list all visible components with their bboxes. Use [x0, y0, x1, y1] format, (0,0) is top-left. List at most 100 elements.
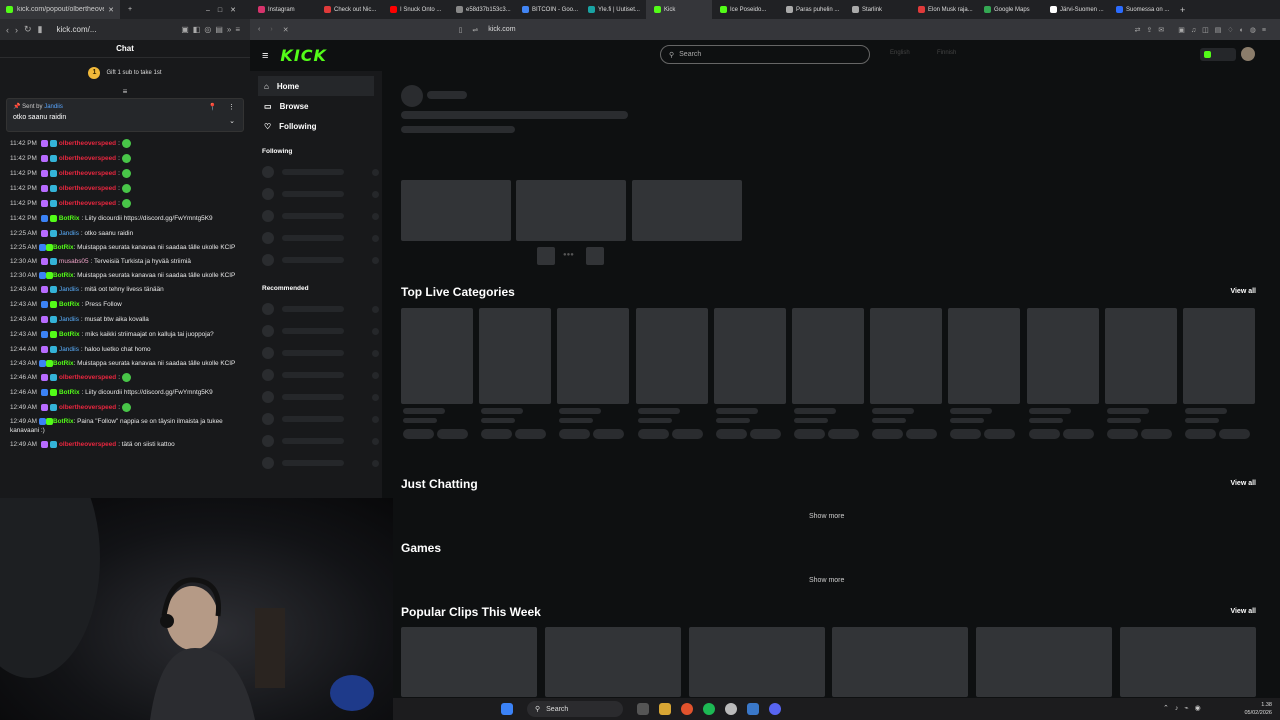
chat-username[interactable]: Jandiis — [59, 342, 79, 357]
pin-icon[interactable]: 📍 — [208, 103, 217, 111]
user-status-button[interactable] — [1200, 48, 1236, 61]
language-option-english[interactable]: English — [890, 50, 910, 56]
view-all-link[interactable]: View all — [1230, 608, 1256, 615]
chat-username[interactable]: BotRix — [53, 244, 74, 251]
category-card[interactable] — [401, 308, 473, 404]
chat-username[interactable]: musabs05 — [59, 254, 89, 269]
kick-logo[interactable]: KICK — [280, 46, 327, 65]
chat-username[interactable]: BotRix — [53, 360, 74, 367]
carousel-card[interactable] — [632, 180, 742, 241]
discord-icon[interactable] — [769, 703, 781, 715]
category-card[interactable] — [713, 308, 786, 404]
browser-tab[interactable]: Yle.fi | Uutiset... — [580, 6, 646, 13]
view-all-link[interactable]: View all — [1230, 288, 1256, 295]
browser-tab[interactable]: Suomessa on ... — [1108, 6, 1174, 13]
start-icon[interactable] — [501, 703, 513, 715]
back-icon[interactable]: ‹ — [258, 26, 260, 33]
browser-tab[interactable]: e58d37b153c3... — [448, 6, 514, 13]
browser-tab[interactable]: Järvi-Suomen ... — [1042, 6, 1108, 13]
category-card[interactable] — [948, 308, 1021, 404]
chat-username[interactable]: BotRix — [59, 297, 80, 312]
chrome-icon[interactable] — [725, 703, 737, 715]
chat-username[interactable]: olbertheoverspeed — [59, 181, 116, 196]
more-options-icon[interactable]: ⋮ — [228, 103, 235, 111]
clip-card[interactable] — [401, 627, 537, 697]
show-more-button[interactable]: Show more — [809, 513, 844, 520]
chat-username[interactable]: BotRix — [53, 272, 74, 279]
chat-username[interactable]: BotRix — [53, 418, 74, 425]
chat-username[interactable]: BotRix — [59, 385, 80, 400]
chat-username[interactable]: Jandiis — [59, 312, 79, 327]
clip-card[interactable] — [1120, 627, 1256, 697]
chat-username[interactable]: olbertheoverspeed — [59, 437, 116, 452]
task-view-icon[interactable] — [637, 703, 649, 715]
url-field[interactable]: kick.com — [488, 26, 515, 33]
category-card[interactable] — [1183, 308, 1255, 404]
carousel-dots[interactable]: ●●● — [563, 252, 574, 258]
browser-tab[interactable]: Check out Nic... — [316, 6, 382, 13]
clip-card[interactable] — [976, 627, 1113, 697]
sidebar-item-home[interactable]: ⌂ Home — [258, 76, 374, 96]
collapse-icon[interactable]: ≡ — [0, 88, 250, 96]
reload-icon[interactable]: ↻ — [24, 24, 32, 35]
brave-browser-icon[interactable] — [681, 703, 693, 715]
show-more-button[interactable]: Show more — [809, 577, 844, 584]
new-tab-icon[interactable]: + — [128, 6, 132, 13]
sidebar-item-browse[interactable]: ▭ Browse — [250, 96, 382, 116]
pinned-message[interactable]: 📌 Sent by Jandiis otko saanu raidin 📍 ⋮ … — [6, 98, 244, 132]
gift-sub-banner[interactable]: 1 Gift 1 sub to take 1st — [0, 58, 250, 88]
window-controls[interactable]: –□✕ — [206, 6, 250, 14]
steam-icon[interactable] — [747, 703, 759, 715]
carousel-next-button[interactable] — [586, 247, 604, 265]
chat-username[interactable]: Jandiis — [59, 282, 79, 297]
browser-tab[interactable]: BITCOIN - Goo... — [514, 6, 580, 13]
site-info-icon[interactable]: ⇌ — [472, 26, 478, 34]
close-icon[interactable]: ✕ — [108, 6, 114, 14]
category-card[interactable] — [557, 308, 630, 404]
browser-tab[interactable]: Ice Poseido... — [712, 6, 778, 13]
spotify-icon[interactable] — [703, 703, 715, 715]
language-option-finnish[interactable]: Finnish — [937, 50, 956, 56]
bookmark-icon[interactable]: ▯ — [459, 26, 463, 34]
forward-icon[interactable]: › — [270, 26, 272, 33]
back-icon[interactable]: ‹ — [6, 25, 9, 35]
chat-url-field[interactable]: kick.com/... — [57, 25, 97, 34]
browser-tab[interactable]: I Snuck Onto ... — [382, 6, 448, 13]
carousel-card[interactable] — [516, 180, 626, 241]
taskbar-search[interactable]: ⚲ Search — [527, 701, 623, 717]
avatar[interactable] — [1241, 47, 1255, 61]
chat-username[interactable]: olbertheoverspeed — [59, 196, 116, 211]
chat-username[interactable]: BotRix — [59, 327, 80, 342]
clip-card[interactable] — [544, 627, 681, 697]
browser-tab[interactable]: Elon Musk raja... — [910, 6, 976, 13]
category-card[interactable] — [635, 308, 708, 404]
chat-username[interactable]: olbertheoverspeed — [59, 136, 116, 151]
chat-username[interactable]: olbertheoverspeed — [59, 370, 116, 385]
category-card[interactable] — [792, 308, 864, 404]
browser-tab[interactable]: Google Maps — [976, 6, 1042, 13]
category-card[interactable] — [870, 308, 943, 404]
new-tab-icon[interactable]: + — [1180, 5, 1185, 15]
chat-username[interactable]: olbertheoverspeed — [59, 151, 116, 166]
browser-tab[interactable]: Instagram — [250, 6, 316, 13]
browser-tab[interactable]: Starlink — [844, 6, 910, 13]
category-card[interactable] — [1104, 308, 1177, 404]
chat-tab[interactable]: kick.com/popout/olbertheovers... ✕ — [0, 0, 120, 19]
chat-username[interactable]: olbertheoverspeed — [59, 166, 116, 181]
extension-icons[interactable]: ▣◧◎▤»≡ — [181, 25, 244, 34]
sidebar-item-following[interactable]: ♡ Following — [250, 116, 382, 136]
forward-icon[interactable]: › — [15, 25, 18, 35]
carousel-card[interactable] — [401, 180, 511, 241]
category-card[interactable] — [1026, 308, 1099, 404]
file-explorer-icon[interactable] — [659, 703, 671, 715]
chevron-down-icon[interactable]: ⌄ — [229, 117, 235, 125]
clock[interactable]: 1.38 05/02/2026 — [1244, 701, 1272, 717]
toolbar-icons[interactable]: ⇄⇪✉ ▣♫◫▤♢◐◍≡ — [1135, 26, 1272, 34]
category-card[interactable] — [479, 308, 552, 404]
menu-icon[interactable]: ≡ — [262, 50, 268, 62]
clip-card[interactable] — [832, 627, 969, 697]
chat-username[interactable]: olbertheoverspeed — [59, 400, 116, 415]
stop-icon[interactable]: ✕ — [283, 26, 289, 34]
view-all-link[interactable]: View all — [1230, 480, 1256, 487]
carousel-prev-button[interactable] — [537, 247, 555, 265]
